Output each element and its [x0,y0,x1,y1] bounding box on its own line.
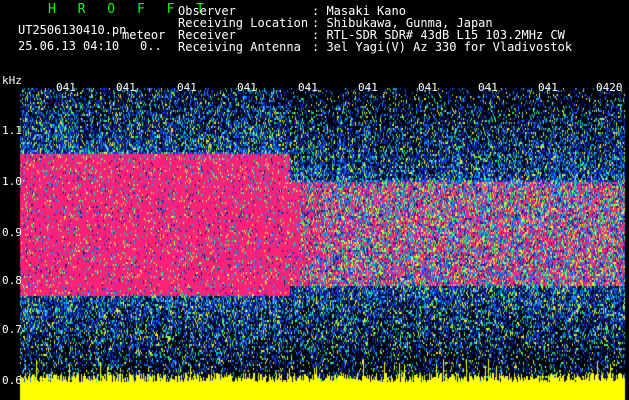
y-tick-label: 1.1 [2,124,22,137]
y-tick-label: 1.0 [2,175,22,188]
x-tick-label: 041 [237,81,257,94]
x-tick-label: 041 [298,81,318,94]
antenna-value: : 3el Yagi(V) Az 330 for Vladivostok [312,40,573,54]
y-tick-label: 0.7 [2,323,22,336]
x-tick-label: 041 [116,81,136,94]
y-tick-label: 0.6 [2,374,22,387]
x-tick-label: 041 [358,81,378,94]
y-tick-label: 0.9 [2,226,22,239]
x-tick-label: 041 [418,81,438,94]
status-label: 0.. [140,39,162,53]
datetime-label: 25.06.13 04:10 [18,39,120,53]
x-tick-label: 041 [56,81,76,94]
x-tick-label: 041 [177,81,197,94]
antenna-label: Receiving Antenna [178,40,301,54]
filename-label: UT2506130410.pn [18,23,127,37]
y-unit-label: kHz [2,74,22,87]
x-tick-label: 041 [538,81,558,94]
spectrogram-window: H R O F F T UT2506130410.pn meteor 25.06… [0,0,629,400]
x-tick-label: 0420 [596,81,623,94]
y-tick-label: 0.8 [2,274,22,287]
spectrogram-canvas [0,0,629,400]
x-tick-label: 041 [478,81,498,94]
